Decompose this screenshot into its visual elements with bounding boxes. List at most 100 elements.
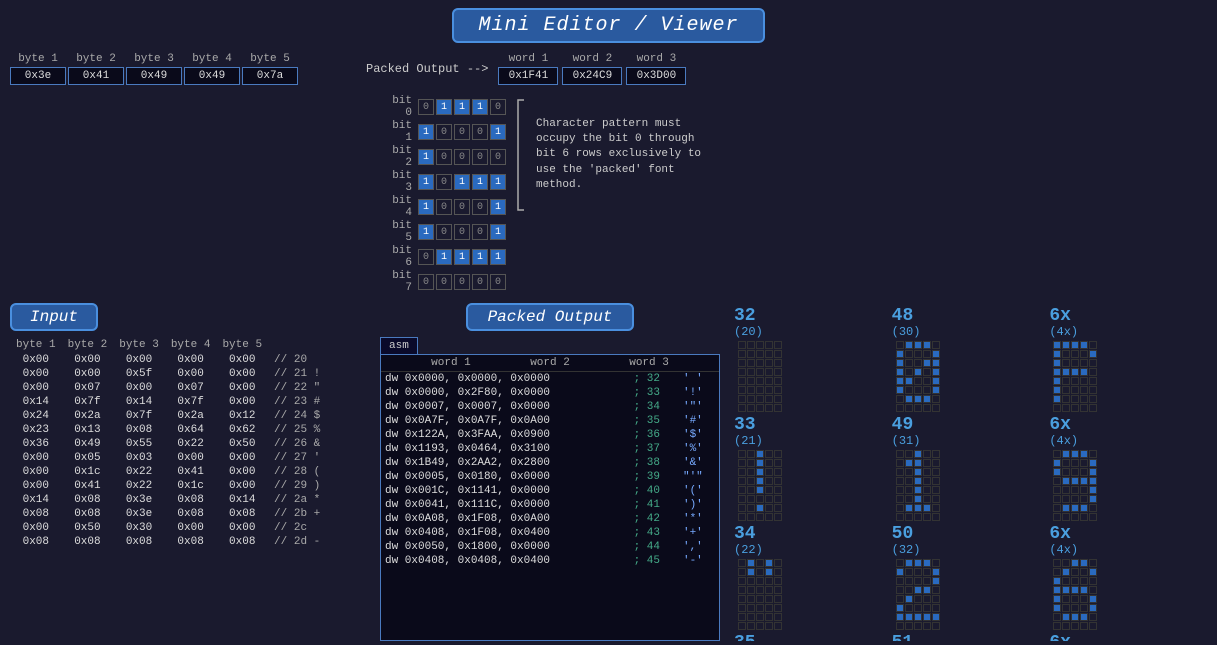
bit-cell[interactable]: 0 [418, 249, 434, 265]
bitmap-pixel [932, 359, 940, 367]
bit-cell[interactable]: 0 [472, 149, 488, 165]
bit-cell[interactable]: 0 [490, 149, 506, 165]
output-char-label: '&' [679, 456, 719, 470]
table-cell: 0x49 [62, 437, 114, 451]
bitmap-pixel [932, 577, 940, 585]
bitmap-pixel [1053, 450, 1061, 458]
bitmap-pixel [905, 513, 913, 521]
bitmap-pixel [765, 559, 773, 567]
bit-cell[interactable]: 0 [454, 149, 470, 165]
bit-cell[interactable]: 1 [436, 249, 452, 265]
bitmap-pixel [738, 468, 746, 476]
content-row: Input byte 1byte 2byte 3byte 4byte 5 0x0… [0, 299, 1217, 645]
asm-tab[interactable]: asm [380, 337, 418, 354]
bitmap-pixel [738, 377, 746, 385]
bit-cell[interactable]: 1 [418, 199, 434, 215]
bitmap-pixel [932, 604, 940, 612]
bit-cell[interactable]: 1 [418, 149, 434, 165]
bit-cell[interactable]: 1 [418, 174, 434, 190]
bitmap-pixel [932, 350, 940, 358]
bit-cell[interactable]: 0 [436, 199, 452, 215]
bit-cell[interactable]: 0 [436, 224, 452, 240]
bitmap-pixel [774, 450, 782, 458]
bit-cell[interactable]: 0 [454, 124, 470, 140]
bit-cell[interactable]: 1 [490, 124, 506, 140]
byte-val-3[interactable]: 0x49 [126, 67, 182, 85]
bit-cell[interactable]: 0 [436, 124, 452, 140]
bitmap-pixel [1062, 622, 1070, 630]
bit-cell[interactable]: 1 [490, 174, 506, 190]
bit-cell[interactable]: 0 [472, 224, 488, 240]
byte-values-row: 0x3e 0x41 0x49 0x49 0x7a [10, 67, 350, 85]
bit-cell[interactable]: 0 [490, 99, 506, 115]
char-number: 50(32) [892, 525, 921, 557]
word-label-2: word 2 [562, 53, 622, 65]
bitmap-pixel [1053, 404, 1061, 412]
bit-cell[interactable]: 0 [436, 149, 452, 165]
bit-cell[interactable]: 1 [454, 249, 470, 265]
bit-cell[interactable]: 0 [490, 274, 506, 290]
input-col-header: byte 1 [10, 337, 62, 353]
bit-cell[interactable]: 0 [418, 99, 434, 115]
bit-cell[interactable]: 1 [418, 124, 434, 140]
bitmap-pixel [932, 377, 940, 385]
table-cell: 0x14 [216, 493, 268, 507]
bitmap-pixel [1089, 395, 1097, 403]
title-bar: Mini Editor / Viewer [0, 0, 1217, 49]
byte-val-5[interactable]: 0x7a [242, 67, 298, 85]
bit-cell[interactable]: 0 [472, 124, 488, 140]
table-row: 0x000x000x5f0x000x00// 21 ! [10, 367, 326, 381]
bitmap-pixel [738, 404, 746, 412]
table-cell: 0x24 [10, 409, 62, 423]
bit-cell[interactable]: 0 [454, 274, 470, 290]
bit-cell[interactable]: 0 [472, 199, 488, 215]
bitmap-pixel [765, 359, 773, 367]
bit-cell[interactable]: 0 [454, 199, 470, 215]
bitmap-pixel [932, 395, 940, 403]
bit-cell[interactable]: 1 [472, 174, 488, 190]
bitmap-pixel [1053, 377, 1061, 385]
output-comment: ; 40 [630, 484, 679, 498]
bit-cell[interactable]: 0 [418, 274, 434, 290]
bitmap-pixel [738, 622, 746, 630]
bitmap-pixel [905, 577, 913, 585]
bitmap-pixel [774, 504, 782, 512]
bit-cell[interactable]: 1 [454, 174, 470, 190]
bitmap-pixel [756, 377, 764, 385]
bitmap-pixel [905, 495, 913, 503]
bitmap-pixel [747, 341, 755, 349]
bit-cell[interactable]: 0 [436, 174, 452, 190]
bitmap-pixel [774, 513, 782, 521]
table-cell: 0x00 [62, 353, 114, 367]
bit-cell[interactable]: 0 [454, 224, 470, 240]
bit-cell[interactable]: 1 [472, 249, 488, 265]
bit-row: bit 110001 [380, 120, 506, 144]
table-row: dw 0x0041, 0x111C, 0x0000 ; 41 ')' [381, 498, 719, 512]
byte-val-4[interactable]: 0x49 [184, 67, 240, 85]
bit-cell[interactable]: 0 [436, 274, 452, 290]
bitmap-pixel [1089, 495, 1097, 503]
char-bitmap [738, 450, 782, 521]
bitmap-pixel [765, 604, 773, 612]
bitmap-pixel [774, 459, 782, 467]
bit-cell[interactable]: 1 [490, 199, 506, 215]
bitmap-pixel [747, 604, 755, 612]
bit-cell[interactable]: 1 [472, 99, 488, 115]
bit-cell[interactable]: 1 [418, 224, 434, 240]
bitmap-pixel [774, 559, 782, 567]
byte-val-1[interactable]: 0x3e [10, 67, 66, 85]
bit-cell[interactable]: 1 [436, 99, 452, 115]
bit-cell[interactable]: 0 [472, 274, 488, 290]
bit-cell[interactable]: 1 [490, 224, 506, 240]
bit-row-label: bit 0 [380, 95, 412, 119]
bitmap-pixel [747, 459, 755, 467]
bitmap-pixel [923, 622, 931, 630]
bit-cell[interactable]: 1 [490, 249, 506, 265]
bitmap-pixel [1071, 459, 1079, 467]
char-number: 49(31) [892, 416, 921, 448]
output-char-label: '-' [679, 554, 719, 568]
byte-val-2[interactable]: 0x41 [68, 67, 124, 85]
bitmap-pixel [1071, 468, 1079, 476]
bitmap-pixel [747, 577, 755, 585]
bit-cell[interactable]: 1 [454, 99, 470, 115]
